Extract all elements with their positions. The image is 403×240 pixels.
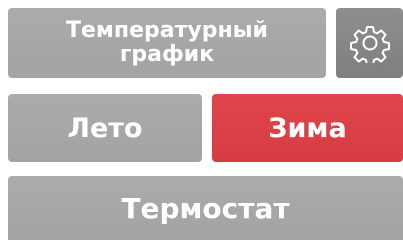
- temperature-graph-label-line2: график: [119, 42, 215, 67]
- winter-mode-label: Зима: [268, 112, 347, 144]
- thermostat-label: Термостат: [121, 191, 290, 225]
- thermostat-button[interactable]: Термостат: [8, 176, 403, 240]
- summer-mode-button[interactable]: Лето: [8, 94, 202, 162]
- temperature-graph-button[interactable]: Температурный график: [8, 8, 326, 78]
- gear-icon: [349, 23, 390, 63]
- temperature-graph-label-line1: Температурный: [66, 18, 268, 43]
- winter-mode-button[interactable]: Зима: [212, 94, 403, 162]
- control-panel: Температурный график Лето Зима Термостат: [0, 0, 403, 240]
- settings-button[interactable]: [336, 8, 403, 78]
- summer-mode-label: Лето: [67, 112, 143, 144]
